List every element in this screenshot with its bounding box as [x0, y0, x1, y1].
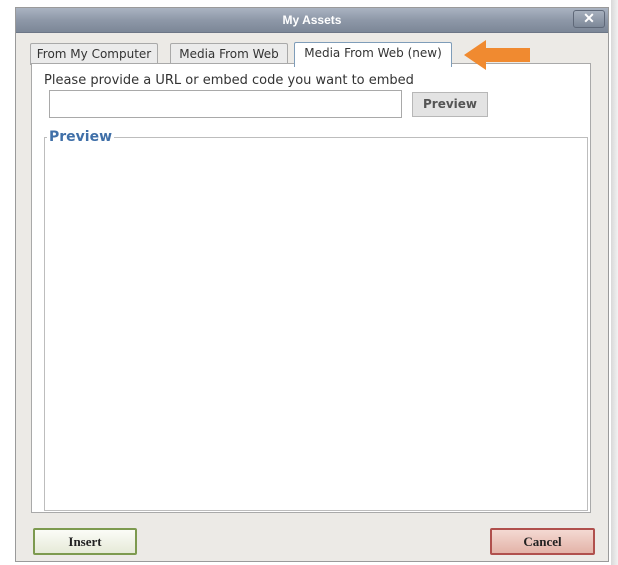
close-button[interactable]: ✕: [573, 10, 605, 28]
preview-legend: Preview: [47, 129, 115, 145]
tab-media-from-web[interactable]: Media From Web: [170, 43, 288, 65]
tab-media-from-web-new[interactable]: Media From Web (new): [294, 42, 452, 67]
arrow-left-icon: [464, 40, 530, 70]
preview-area: Preview: [44, 129, 588, 511]
cancel-button[interactable]: Cancel: [490, 528, 595, 555]
title-bar[interactable]: My Assets ✕: [16, 8, 608, 33]
insert-button[interactable]: Insert: [33, 528, 137, 555]
my-assets-dialog: My Assets ✕ From My Computer Media From …: [15, 7, 609, 562]
tab-panel: Please provide a URL or embed code you w…: [31, 63, 591, 513]
close-icon: ✕: [583, 10, 595, 26]
tab-from-my-computer[interactable]: From My Computer: [30, 43, 158, 65]
dialog-title: My Assets: [282, 13, 342, 27]
background-window-edge: [611, 0, 618, 565]
preview-button[interactable]: Preview: [412, 92, 488, 117]
url-input[interactable]: [49, 90, 402, 118]
url-prompt-label: Please provide a URL or embed code you w…: [44, 73, 414, 88]
